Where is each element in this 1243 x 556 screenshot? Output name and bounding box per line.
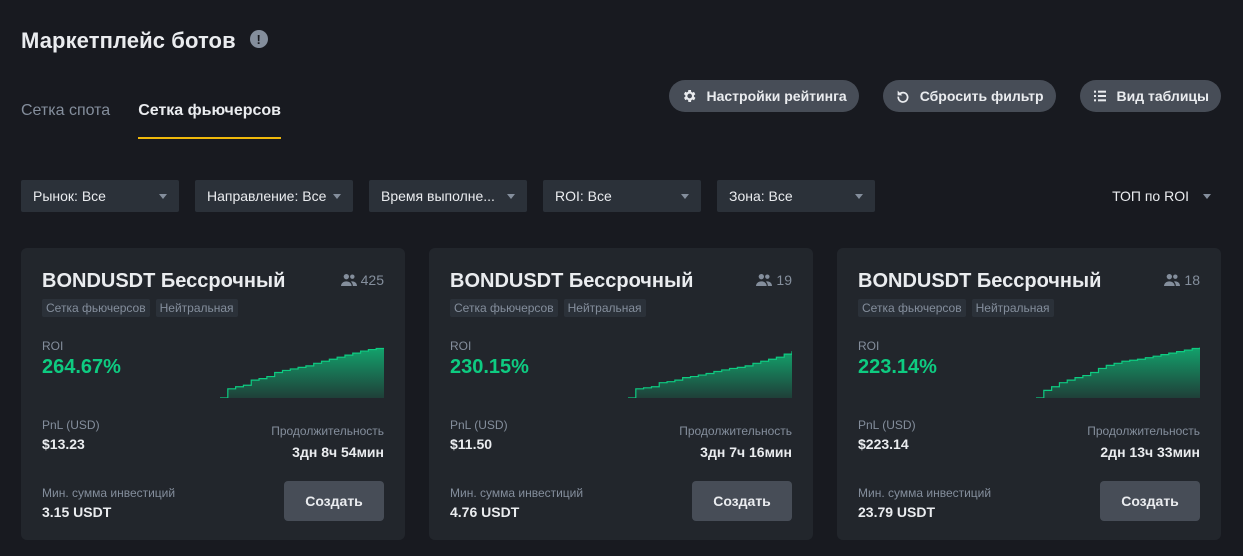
tab-bar: Сетка спота Сетка фьючерсов <box>21 102 281 139</box>
bot-card-title: BONDUSDT Бессрочный <box>450 270 694 292</box>
users-icon <box>756 274 773 286</box>
bot-direction-tag: Нейтральная <box>971 299 1054 317</box>
bot-card-list: BONDUSDT Бессрочный 425 Сетка фьючерсов … <box>21 248 1221 540</box>
rating-settings-label: Настройки рейтинга <box>706 88 847 104</box>
list-icon <box>1093 90 1106 102</box>
bot-type-tag: Сетка фьючерсов <box>450 299 558 317</box>
table-view-button[interactable]: Вид таблицы <box>1079 80 1221 112</box>
runtime-filter-label: Время выполне... <box>381 188 495 204</box>
bot-direction-tag: Нейтральная <box>155 299 238 317</box>
direction-filter-label: Направление: Все <box>207 188 327 204</box>
bot-type-tag: Сетка фьючерсов <box>42 299 150 317</box>
bot-direction-tag: Нейтральная <box>563 299 646 317</box>
page-title: Маркетплейс ботов <box>21 28 236 53</box>
roi-label: ROI <box>450 339 472 353</box>
duration-value: 2дн 13ч 33мин <box>1100 444 1200 460</box>
info-icon[interactable]: ! <box>249 30 268 48</box>
sparkline-area <box>628 351 792 398</box>
roi-value: 230.15% <box>450 356 529 378</box>
market-filter[interactable]: Рынок: Все <box>21 180 179 212</box>
pnl-value: $13.23 <box>42 436 85 452</box>
page-header: Маркетплейс ботов ! <box>21 28 268 54</box>
bot-type-tag: Сетка фьючерсов <box>858 299 966 317</box>
tab-spot-grid[interactable]: Сетка спота <box>21 102 110 139</box>
sort-dropdown[interactable]: ТОП по ROI <box>1112 188 1211 204</box>
tab-futures-grid[interactable]: Сетка фьючерсов <box>138 102 281 139</box>
duration-value: 3дн 7ч 16мин <box>700 444 792 460</box>
bot-card-title: BONDUSDT Бессрочный <box>858 270 1102 292</box>
reset-filter-button[interactable]: Сбросить фильтр <box>882 80 1056 112</box>
duration-label: Продолжительность <box>271 424 384 438</box>
min-invest-value: 23.79 USDT <box>858 504 936 520</box>
followers-count: 19 <box>756 272 792 288</box>
chevron-down-icon <box>681 193 689 199</box>
duration-label: Продолжительность <box>1087 424 1200 438</box>
bot-tags: Сетка фьючерсов Нейтральная <box>42 299 384 317</box>
chevron-down-icon <box>855 193 863 199</box>
users-icon <box>1164 274 1181 286</box>
followers-value: 18 <box>1184 272 1200 288</box>
bot-card-title: BONDUSDT Бессрочный <box>42 270 286 292</box>
runtime-filter[interactable]: Время выполне... <box>369 180 527 212</box>
zone-filter[interactable]: Зона: Все <box>717 180 875 212</box>
min-invest-label: Мин. сумма инвестиций <box>858 486 992 500</box>
create-button[interactable]: Создать <box>284 481 384 521</box>
pnl-label: PnL (USD) <box>858 418 916 432</box>
roi-sparkline <box>628 351 792 398</box>
pnl-value: $11.50 <box>450 436 493 452</box>
rating-settings-button[interactable]: Настройки рейтинга <box>669 80 859 112</box>
create-button[interactable]: Создать <box>692 481 792 521</box>
chevron-down-icon <box>333 193 341 199</box>
roi-filter-label: ROI: Все <box>555 188 612 204</box>
roi-filter[interactable]: ROI: Все <box>543 180 701 212</box>
bot-tags: Сетка фьючерсов Нейтральная <box>858 299 1200 317</box>
bot-card[interactable]: BONDUSDT Бессрочный 18 Сетка фьючерсов Н… <box>837 248 1221 540</box>
reset-filter-label: Сбросить фильтр <box>919 88 1044 104</box>
sparkline-area <box>1036 347 1200 398</box>
followers-count: 425 <box>340 272 384 288</box>
roi-label: ROI <box>42 339 64 353</box>
users-icon <box>340 274 357 286</box>
sparkline-area <box>220 348 384 398</box>
reset-icon <box>897 90 909 103</box>
gear-icon <box>684 90 696 102</box>
bot-tags: Сетка фьючерсов Нейтральная <box>450 299 792 317</box>
min-invest-label: Мин. сумма инвестиций <box>42 486 176 500</box>
pnl-value: $223.14 <box>858 436 909 452</box>
chevron-down-icon <box>507 193 515 199</box>
roi-value: 223.14% <box>858 356 937 378</box>
pnl-label: PnL (USD) <box>42 418 100 432</box>
roi-sparkline <box>220 347 384 398</box>
roi-value: 264.67% <box>42 356 121 378</box>
chevron-down-icon <box>159 193 167 199</box>
sort-label: ТОП по ROI <box>1112 188 1189 204</box>
followers-value: 19 <box>776 272 792 288</box>
bot-card[interactable]: BONDUSDT Бессрочный 19 Сетка фьючерсов Н… <box>429 248 813 540</box>
pnl-label: PnL (USD) <box>450 418 508 432</box>
create-button[interactable]: Создать <box>1100 481 1200 521</box>
toolbar: Настройки рейтинга Сбросить фильтр Вид т… <box>669 80 1221 112</box>
bot-card[interactable]: BONDUSDT Бессрочный 425 Сетка фьючерсов … <box>21 248 405 540</box>
duration-label: Продолжительность <box>679 424 792 438</box>
followers-count: 18 <box>1164 272 1200 288</box>
zone-filter-label: Зона: Все <box>729 188 793 204</box>
roi-sparkline <box>1036 347 1200 398</box>
filter-bar: Рынок: Все Направление: Все Время выполн… <box>21 180 875 212</box>
direction-filter[interactable]: Направление: Все <box>195 180 353 212</box>
duration-value: 3дн 8ч 54мин <box>292 444 384 460</box>
min-invest-label: Мин. сумма инвестиций <box>450 486 584 500</box>
market-filter-label: Рынок: Все <box>33 188 106 204</box>
min-invest-value: 3.15 USDT <box>42 504 112 520</box>
followers-value: 425 <box>360 272 384 288</box>
min-invest-value: 4.76 USDT <box>450 504 520 520</box>
chevron-down-icon <box>1203 193 1211 199</box>
table-view-label: Вид таблицы <box>1116 88 1210 104</box>
roi-label: ROI <box>858 339 880 353</box>
